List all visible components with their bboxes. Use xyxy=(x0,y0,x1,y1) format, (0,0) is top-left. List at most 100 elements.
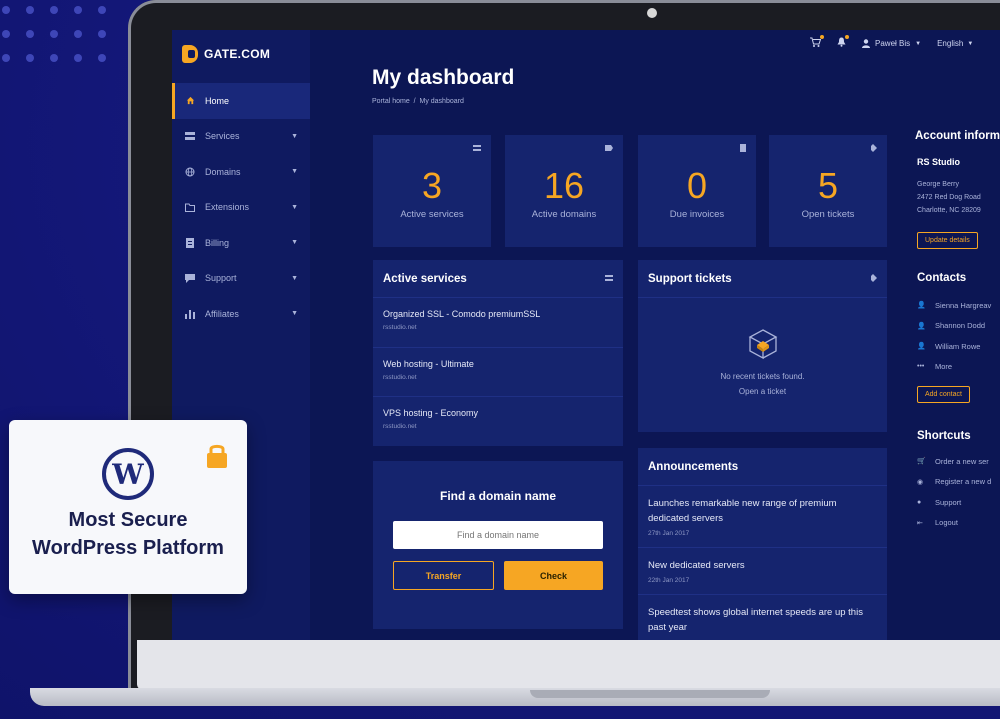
list-item[interactable]: Organized SSL - Comodo premiumSSL rsstud… xyxy=(373,298,623,348)
transfer-button[interactable]: Transfer xyxy=(393,561,494,590)
announcement-date: 22th Jan 2017 xyxy=(648,577,690,584)
shortcut-item[interactable]: 🛒 Order a new ser xyxy=(917,451,991,472)
check-button[interactable]: Check xyxy=(504,561,603,590)
shortcut-label: Logout xyxy=(935,518,958,528)
chevron-down-icon: ▼ xyxy=(291,203,298,211)
sidebar-item-billing[interactable]: Billing ▼ xyxy=(172,225,310,261)
tag-icon xyxy=(605,144,613,153)
decorative-dot xyxy=(98,30,106,38)
service-domain: rsstudio.net xyxy=(383,324,417,331)
sidebar-item-domains[interactable]: Domains ▼ xyxy=(172,154,310,190)
sidebar-item-label: Domains xyxy=(205,166,241,177)
panel-title: Active services xyxy=(383,272,467,285)
logo-text: GATE.COM xyxy=(204,47,271,61)
stat-label: Open tickets xyxy=(801,209,855,220)
list-item[interactable]: New dedicated servers 22th Jan 2017 xyxy=(638,548,887,595)
service-name: VPS hosting - Economy xyxy=(383,408,479,418)
server-icon[interactable] xyxy=(605,274,613,283)
breadcrumb: Portal home / My dashboard xyxy=(372,98,464,105)
ellipsis-icon: ••• xyxy=(917,363,925,371)
breadcrumb-separator: / xyxy=(413,98,416,105)
user-icon: 👤 xyxy=(917,322,926,330)
cart-icon[interactable] xyxy=(810,35,824,50)
sidebar-item-extensions[interactable]: Extensions ▼ xyxy=(172,190,310,226)
contact-name: Sienna Hargreav xyxy=(935,300,992,310)
sidebar-nav: Home Services ▼ Domains ▼ Extensions ▼ B… xyxy=(172,83,310,332)
sidebar-item-home[interactable]: Home xyxy=(172,83,310,119)
shortcut-item[interactable]: ◉ Register a new d xyxy=(917,472,991,493)
stat-active-domains[interactable]: 16 Active domains xyxy=(505,135,623,247)
stat-label: Active services xyxy=(400,209,464,220)
stat-due-invoices[interactable]: 0 Due invoices xyxy=(638,135,756,247)
account-company: RS Studio xyxy=(917,157,960,167)
sidebar-item-label: Home xyxy=(205,95,230,106)
invoice-icon xyxy=(740,144,746,154)
stat-open-tickets[interactable]: 5 Open tickets xyxy=(769,135,887,247)
contacts-more[interactable]: ••• More xyxy=(917,357,991,378)
shortcuts-title: Shortcuts xyxy=(917,430,971,442)
panel-title: Announcements xyxy=(648,460,739,473)
shortcut-item[interactable]: ⇤ Logout xyxy=(917,513,991,534)
contact-name: Shannon Dodd xyxy=(935,321,986,331)
open-ticket-link[interactable]: Open a ticket xyxy=(638,387,887,396)
shortcut-item[interactable]: ● Support xyxy=(917,492,991,513)
page-title: My dashboard xyxy=(372,66,515,89)
laptop-base xyxy=(30,688,1000,706)
home-icon xyxy=(185,96,195,106)
list-item[interactable]: VPS hosting - Economy rsstudio.net xyxy=(373,397,623,447)
account-name: George Berry xyxy=(917,181,960,188)
support-tickets-panel: Support tickets No recent tickets found.… xyxy=(638,260,887,432)
sidebar-item-services[interactable]: Services ▼ xyxy=(172,119,310,155)
decorative-dot xyxy=(26,6,34,14)
sidebar-item-label: Services xyxy=(205,131,240,142)
decorative-dots xyxy=(0,0,130,90)
logo[interactable]: GATE.COM xyxy=(182,45,270,63)
sidebar-item-affiliates[interactable]: Affiliates ▼ xyxy=(172,296,310,332)
shortcut-label: Support xyxy=(935,497,962,507)
stat-active-services[interactable]: 3 Active services xyxy=(373,135,491,247)
domain-search-input[interactable] xyxy=(393,521,603,549)
account-address-line2: Charlotte, NC 28209 xyxy=(917,207,981,214)
logout-icon: ⇤ xyxy=(917,519,923,527)
account-address: George Berry 2472 Red Dog Road Charlotte… xyxy=(917,178,981,217)
ticket-icon[interactable] xyxy=(869,273,877,284)
list-item[interactable]: Web hosting - Ultimate rsstudio.net xyxy=(373,348,623,397)
update-details-button[interactable]: Update details xyxy=(917,232,978,249)
stat-label: Due invoices xyxy=(669,209,725,220)
decorative-dot xyxy=(2,6,10,14)
chevron-down-icon: ▼ xyxy=(291,310,298,318)
decorative-dot xyxy=(50,6,58,14)
stat-value: 0 xyxy=(686,165,708,206)
decorative-dot xyxy=(50,30,58,38)
shortcut-label: Order a new ser xyxy=(935,456,989,466)
contact-item[interactable]: 👤 Sienna Hargreav xyxy=(917,295,991,316)
bell-icon[interactable] xyxy=(837,35,849,50)
stat-value: 16 xyxy=(543,165,585,206)
decorative-dot xyxy=(74,6,82,14)
decorative-dot xyxy=(98,54,106,62)
add-contact-button[interactable]: Add contact xyxy=(917,386,970,403)
server-icon xyxy=(185,131,195,141)
list-item[interactable]: Speedtest shows global internet speeds a… xyxy=(638,595,887,635)
decorative-dot xyxy=(2,54,10,62)
contacts-title: Contacts xyxy=(917,272,967,284)
contact-item[interactable]: 👤 Shannon Dodd xyxy=(917,316,991,337)
wordpress-logo-icon: W xyxy=(102,448,154,500)
stat-label: Active domains xyxy=(531,209,597,220)
shortcuts-list: 🛒 Order a new ser ◉ Register a new d ● Supp… xyxy=(917,451,991,533)
stat-value: 3 xyxy=(421,165,443,206)
box-icon xyxy=(748,329,777,360)
logo-icon xyxy=(182,45,198,63)
contact-item[interactable]: 👤 William Rowe xyxy=(917,336,991,357)
account-title: Account inform xyxy=(915,130,1000,142)
list-item[interactable]: Launches remarkable new range of premium… xyxy=(638,486,887,548)
announcement-title: Speedtest shows global internet speeds a… xyxy=(648,607,863,633)
sidebar-item-support[interactable]: Support ▼ xyxy=(172,261,310,297)
breadcrumb-home[interactable]: Portal home xyxy=(372,98,410,105)
service-domain: rsstudio.net xyxy=(383,373,417,381)
decorative-dot xyxy=(50,54,58,62)
service-name: Organized SSL - Comodo premiumSSL xyxy=(383,309,541,319)
announcements-panel: Announcements Launches remarkable new ra… xyxy=(638,448,887,640)
server-icon xyxy=(473,144,481,153)
panel-header: Announcements xyxy=(638,448,887,486)
